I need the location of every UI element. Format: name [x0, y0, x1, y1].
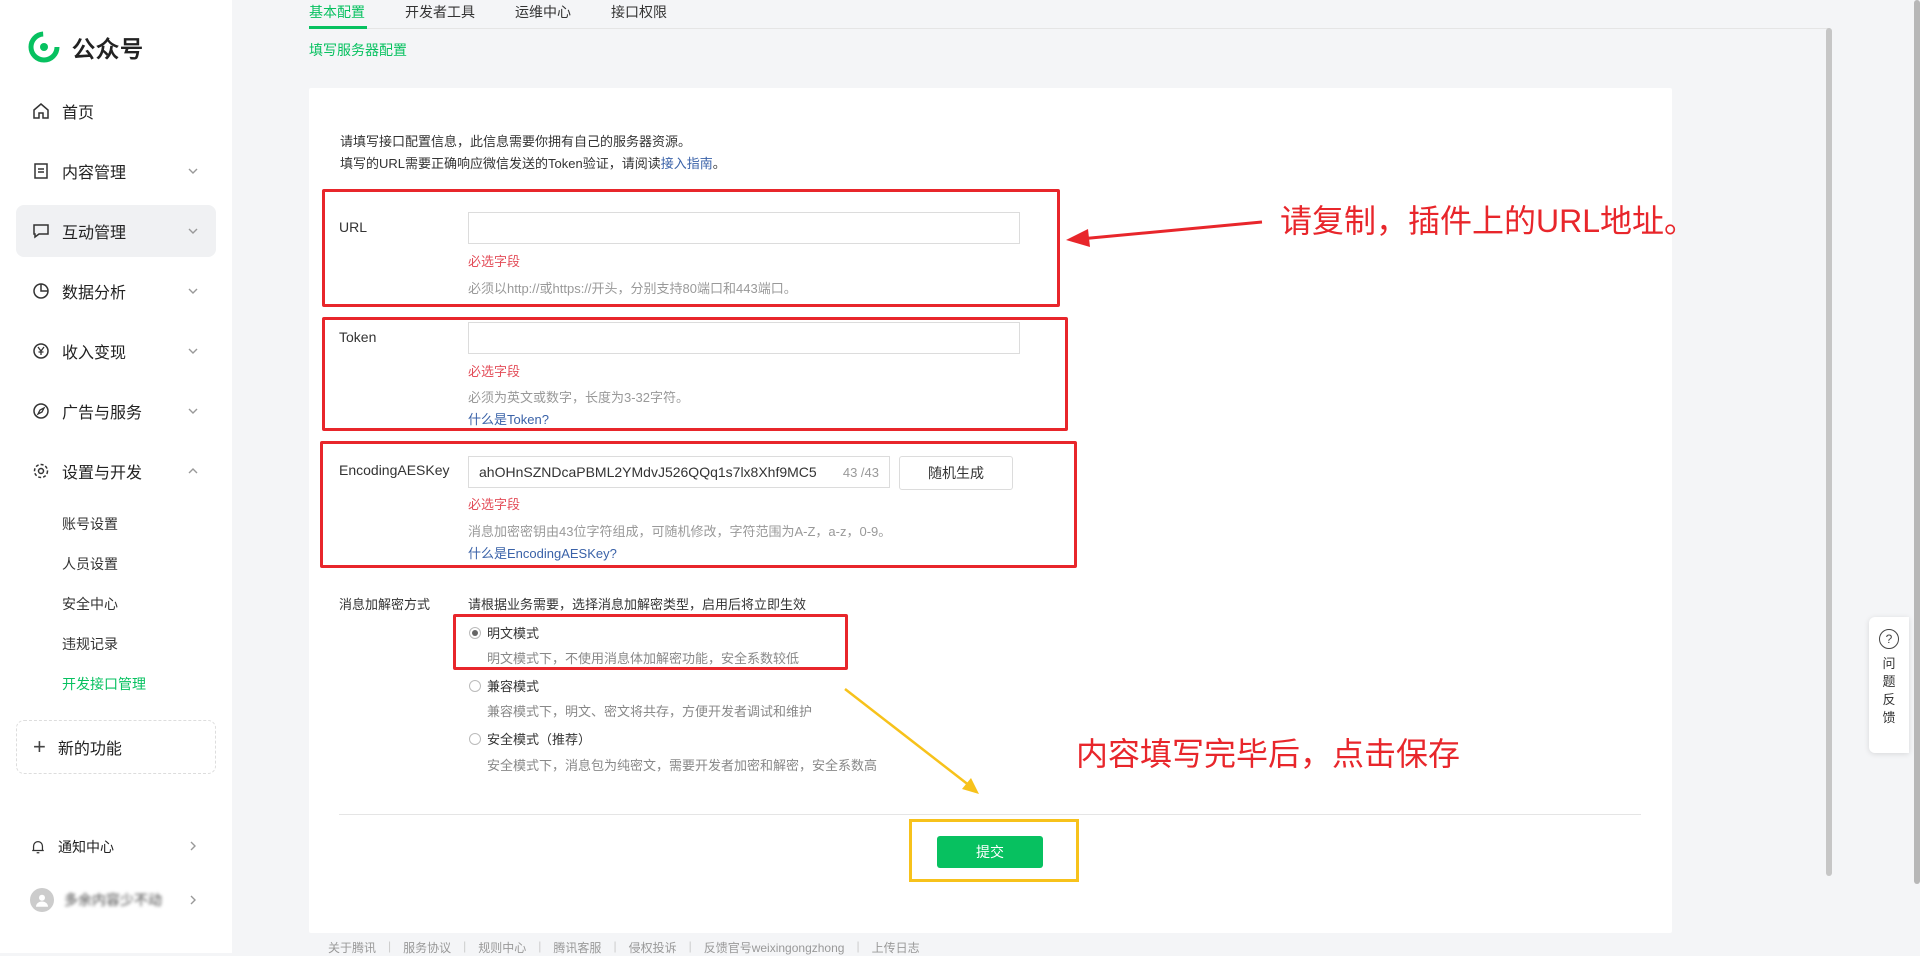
feedback-label: 问题反馈 [1882, 656, 1896, 725]
radio-unchecked-icon [469, 732, 481, 745]
notification-center[interactable]: 通知中心 [30, 837, 200, 857]
tab-basic-config[interactable]: 基本配置 [309, 2, 365, 22]
notification-label: 通知中心 [58, 839, 114, 855]
chevron-up-icon [188, 468, 198, 474]
avatar [30, 888, 54, 912]
sidebar-item-analytics[interactable]: 数据分析 [16, 265, 216, 317]
chevron-down-icon [188, 168, 198, 174]
pie-chart-icon [32, 282, 50, 300]
radio-label: 安全模式（推荐） [487, 732, 592, 747]
annotation-box-submit [909, 819, 1079, 882]
tab-dev-tools[interactable]: 开发者工具 [405, 2, 475, 22]
active-tab-indicator [309, 26, 367, 29]
intro-line-2-text: 填写的URL需要正确响应微信发送的Token验证，请阅读 [340, 156, 661, 171]
annotation-box-aes [320, 441, 1077, 568]
sidebar-item-settings[interactable]: 设置与开发 [16, 445, 216, 497]
intro-line-2-end: 。 [712, 156, 726, 171]
chevron-down-icon [188, 288, 198, 294]
divider [339, 814, 1641, 815]
footer-link-feedback[interactable]: 反馈官号weixingongzhong [704, 939, 845, 956]
bell-icon [32, 841, 44, 854]
sidebar-subitem-members[interactable]: 人员设置 [62, 554, 118, 574]
app-logo[interactable]: 公众号 [28, 30, 144, 64]
sidebar-subitem-dev-api[interactable]: 开发接口管理 [62, 674, 146, 694]
sidebar-item-ads[interactable]: 广告与服务 [16, 385, 216, 437]
sidebar: 公众号 首页 内容管理 互动管理 数据分析 收入变现 广告与服务 设置与开发 账… [0, 0, 232, 953]
radio-compatible-mode[interactable]: 兼容模式 [469, 676, 539, 695]
sidebar-subitem-violations[interactable]: 违规记录 [62, 634, 118, 654]
radio-unchecked-icon [469, 679, 481, 692]
intro-line-1: 请填写接口配置信息，此信息需要你拥有自己的服务器资源。 [340, 134, 692, 149]
safe-mode-desc: 安全模式下，消息包为纯密文，需要开发者加密和解密，安全系数高 [487, 758, 878, 773]
annotation-box-plaintext [453, 614, 848, 670]
question-icon: ? [1879, 629, 1899, 649]
yen-icon [32, 342, 50, 360]
new-feature-button[interactable]: + 新的功能 [16, 720, 216, 774]
plus-icon: + [33, 734, 46, 759]
account-menu[interactable]: 多余内容少不动 [30, 888, 200, 912]
footer-link-about[interactable]: 关于腾讯 [328, 939, 376, 956]
sidebar-item-label: 收入变现 [62, 345, 127, 362]
access-guide-link[interactable]: 接入指南 [661, 156, 713, 171]
intro-line-2: 填写的URL需要正确响应微信发送的Token验证，请阅读接入指南。 [340, 153, 726, 175]
sidebar-item-label: 互动管理 [62, 225, 127, 242]
content-scrollbar[interactable] [1826, 28, 1832, 876]
chevron-down-icon [188, 348, 198, 354]
encrypt-desc: 请根据业务需要，选择消息加解密类型，启用后将立即生效 [468, 597, 807, 612]
sidebar-item-label: 数据分析 [62, 285, 127, 302]
annotation-save-note: 内容填写完毕后，点击保存 [1076, 736, 1461, 772]
annotation-box-token [322, 317, 1068, 431]
sidebar-item-interaction[interactable]: 互动管理 [16, 205, 216, 257]
chevron-right-icon [190, 841, 196, 851]
footer-link-complaint[interactable]: 侵权投诉 [629, 939, 677, 956]
user-icon [36, 894, 48, 907]
tab-api-permissions[interactable]: 接口权限 [611, 2, 667, 22]
radio-safe-mode[interactable]: 安全模式（推荐） [469, 729, 591, 748]
annotation-url-note: 请复制，插件上的URL地址。 [1280, 203, 1697, 239]
sidebar-item-content[interactable]: 内容管理 [16, 145, 216, 197]
footer-link-support[interactable]: 腾讯客服 [553, 939, 601, 956]
window-scrollbar[interactable] [1914, 0, 1920, 884]
wechat-mp-logo-icon [28, 31, 60, 63]
footer-link-terms[interactable]: 服务协议 [403, 939, 451, 956]
document-icon [32, 162, 50, 180]
sidebar-subitem-security[interactable]: 安全中心 [62, 594, 118, 614]
footer-link-upload-log[interactable]: 上传日志 [872, 939, 920, 956]
breadcrumb: 填写服务器配置 [309, 42, 407, 58]
chevron-down-icon [188, 408, 198, 414]
sidebar-item-home[interactable]: 首页 [16, 85, 216, 137]
username: 多余内容少不动 [64, 892, 162, 908]
compatible-mode-desc: 兼容模式下，明文、密文将共存，方便开发者调试和维护 [487, 704, 813, 719]
compass-icon [32, 402, 50, 420]
feedback-button[interactable]: ? 问题反馈 [1869, 617, 1909, 753]
sidebar-item-label: 首页 [62, 105, 95, 122]
chevron-down-icon [188, 228, 198, 234]
chevron-right-icon [190, 895, 196, 905]
app-title: 公众号 [72, 36, 144, 62]
intro-text: 请填写接口配置信息，此信息需要你拥有自己的服务器资源。 填写的URL需要正确响应… [340, 131, 726, 175]
sidebar-subitem-account[interactable]: 账号设置 [62, 514, 118, 534]
sidebar-item-label: 内容管理 [62, 165, 127, 182]
annotation-box-url [322, 189, 1060, 307]
top-tabs: 基本配置 开发者工具 运维中心 接口权限 [309, 0, 1830, 29]
new-feature-label: 新的功能 [57, 741, 122, 758]
footer: 关于腾讯 | 服务协议 | 规则中心 | 腾讯客服 | 侵权投诉 | 反馈官号weixin… [328, 939, 920, 956]
sidebar-item-label: 广告与服务 [62, 405, 143, 422]
footer-link-rules[interactable]: 规则中心 [478, 939, 526, 956]
tab-ops-center[interactable]: 运维中心 [515, 2, 571, 22]
home-icon [32, 102, 50, 120]
radio-label: 兼容模式 [487, 679, 540, 694]
sidebar-item-label: 设置与开发 [62, 465, 143, 482]
encrypt-label: 消息加解密方式 [339, 597, 431, 612]
sidebar-item-monetization[interactable]: 收入变现 [16, 325, 216, 377]
chat-icon [32, 222, 50, 240]
gear-icon [32, 462, 50, 480]
